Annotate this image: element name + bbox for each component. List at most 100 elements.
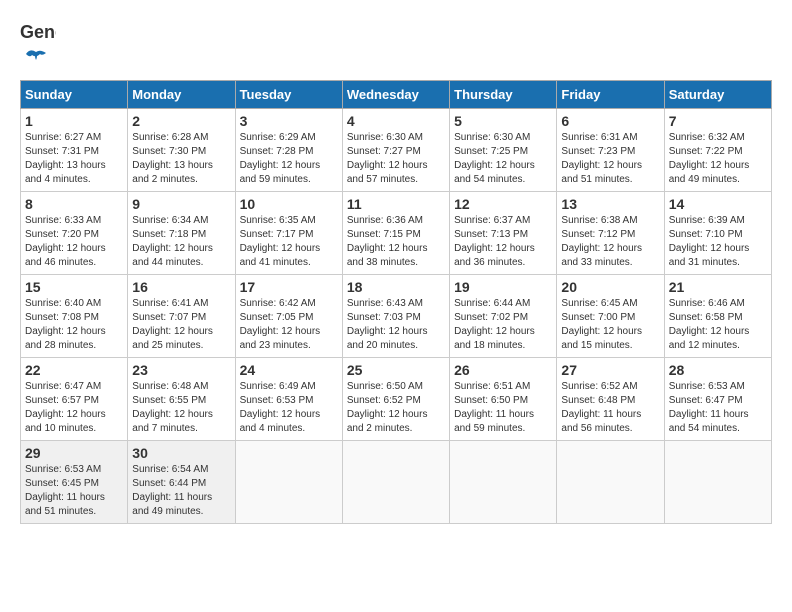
day-number: 6 xyxy=(561,113,659,129)
calendar-day-cell: 2 Sunrise: 6:28 AMSunset: 7:30 PMDaylight… xyxy=(128,109,235,192)
day-number: 30 xyxy=(132,445,230,461)
day-info: Sunrise: 6:47 AMSunset: 6:57 PMDaylight:… xyxy=(25,380,123,436)
day-info: Sunrise: 6:43 AMSunset: 7:03 PMDaylight:… xyxy=(347,297,445,353)
logo: General xyxy=(20,20,56,70)
calendar-day-cell: 24 Sunrise: 6:49 AMSunset: 6:53 PMDayligh… xyxy=(235,358,342,441)
day-number: 1 xyxy=(25,113,123,129)
calendar-week-row: 8 Sunrise: 6:33 AMSunset: 7:20 PMDaylight… xyxy=(21,192,772,275)
logo-bird-icon xyxy=(22,48,50,70)
day-info: Sunrise: 6:54 AMSunset: 6:44 PMDaylight:… xyxy=(132,463,230,519)
weekday-header-sunday: Sunday xyxy=(21,81,128,109)
day-info: Sunrise: 6:42 AMSunset: 7:05 PMDaylight:… xyxy=(240,297,338,353)
calendar-day-cell: 27Sunrise: 6:52 AMSunset: 6:48 PMDayligh… xyxy=(557,358,664,441)
day-number: 24 xyxy=(240,362,338,378)
day-number: 15 xyxy=(25,279,123,295)
day-number: 19 xyxy=(454,279,552,295)
day-number: 7 xyxy=(669,113,767,129)
calendar-day-cell: 9 Sunrise: 6:34 AMSunset: 7:18 PMDaylight… xyxy=(128,192,235,275)
calendar-day-cell xyxy=(450,441,557,524)
calendar-day-cell: 19 Sunrise: 6:44 AMSunset: 7:02 PMDayligh… xyxy=(450,275,557,358)
day-number: 26 xyxy=(454,362,552,378)
calendar-header-row: SundayMondayTuesdayWednesdayThursdayFrid… xyxy=(21,81,772,109)
calendar-day-cell: 6 Sunrise: 6:31 AMSunset: 7:23 PMDaylight… xyxy=(557,109,664,192)
day-number: 13 xyxy=(561,196,659,212)
day-info: Sunrise: 6:46 AMSunset: 6:58 PMDaylight:… xyxy=(669,297,767,353)
calendar-week-row: 22 Sunrise: 6:47 AMSunset: 6:57 PMDayligh… xyxy=(21,358,772,441)
calendar-day-cell: 17 Sunrise: 6:42 AMSunset: 7:05 PMDayligh… xyxy=(235,275,342,358)
day-number: 12 xyxy=(454,196,552,212)
calendar-day-cell: 26 Sunrise: 6:51 AMSunset: 6:50 PMDayligh… xyxy=(450,358,557,441)
day-number: 2 xyxy=(132,113,230,129)
day-info: Sunrise: 6:44 AMSunset: 7:02 PMDaylight:… xyxy=(454,297,552,353)
calendar-day-cell: 21 Sunrise: 6:46 AMSunset: 6:58 PMDayligh… xyxy=(664,275,771,358)
day-number: 23 xyxy=(132,362,230,378)
calendar-day-cell: 13 Sunrise: 6:38 AMSunset: 7:12 PMDayligh… xyxy=(557,192,664,275)
calendar-day-cell: 23 Sunrise: 6:48 AMSunset: 6:55 PMDayligh… xyxy=(128,358,235,441)
day-info: Sunrise: 6:45 AMSunset: 7:00 PMDaylight:… xyxy=(561,297,659,353)
day-info: Sunrise: 6:38 AMSunset: 7:12 PMDaylight:… xyxy=(561,214,659,270)
day-info: Sunrise: 6:28 AMSunset: 7:30 PMDaylight:… xyxy=(132,131,230,187)
day-info: Sunrise: 6:39 AMSunset: 7:10 PMDaylight:… xyxy=(669,214,767,270)
logo-icon: General xyxy=(20,20,56,48)
calendar-body: 1 Sunrise: 6:27 AMSunset: 7:31 PMDaylight… xyxy=(21,109,772,524)
calendar-day-cell: 28 Sunrise: 6:53 AMSunset: 6:47 PMDayligh… xyxy=(664,358,771,441)
day-info: Sunrise: 6:36 AMSunset: 7:15 PMDaylight:… xyxy=(347,214,445,270)
day-number: 14 xyxy=(669,196,767,212)
weekday-header-thursday: Thursday xyxy=(450,81,557,109)
calendar-day-cell: 18 Sunrise: 6:43 AMSunset: 7:03 PMDayligh… xyxy=(342,275,449,358)
day-info: Sunrise: 6:53 AMSunset: 6:47 PMDaylight:… xyxy=(669,380,767,436)
day-number: 25 xyxy=(347,362,445,378)
day-info: Sunrise: 6:37 AMSunset: 7:13 PMDaylight:… xyxy=(454,214,552,270)
calendar-day-cell: 10 Sunrise: 6:35 AMSunset: 7:17 PMDayligh… xyxy=(235,192,342,275)
day-info: Sunrise: 6:30 AMSunset: 7:27 PMDaylight:… xyxy=(347,131,445,187)
day-number: 27 xyxy=(561,362,659,378)
day-info: Sunrise: 6:27 AMSunset: 7:31 PMDaylight:… xyxy=(25,131,123,187)
day-number: 5 xyxy=(454,113,552,129)
calendar-week-row: 29 Sunrise: 6:53 AMSunset: 6:45 PMDayligh… xyxy=(21,441,772,524)
weekday-header-monday: Monday xyxy=(128,81,235,109)
day-number: 21 xyxy=(669,279,767,295)
calendar-day-cell: 25Sunrise: 6:50 AMSunset: 6:52 PMDayligh… xyxy=(342,358,449,441)
day-number: 18 xyxy=(347,279,445,295)
day-info: Sunrise: 6:48 AMSunset: 6:55 PMDaylight:… xyxy=(132,380,230,436)
calendar-day-cell xyxy=(342,441,449,524)
day-info: Sunrise: 6:33 AMSunset: 7:20 PMDaylight:… xyxy=(25,214,123,270)
calendar-day-cell: 12 Sunrise: 6:37 AMSunset: 7:13 PMDayligh… xyxy=(450,192,557,275)
calendar-day-cell xyxy=(664,441,771,524)
day-number: 9 xyxy=(132,196,230,212)
calendar-day-cell xyxy=(557,441,664,524)
calendar-week-row: 1 Sunrise: 6:27 AMSunset: 7:31 PMDaylight… xyxy=(21,109,772,192)
day-info: Sunrise: 6:49 AMSunset: 6:53 PMDaylight:… xyxy=(240,380,338,436)
calendar-day-cell: 29 Sunrise: 6:53 AMSunset: 6:45 PMDayligh… xyxy=(21,441,128,524)
day-info: Sunrise: 6:35 AMSunset: 7:17 PMDaylight:… xyxy=(240,214,338,270)
calendar-day-cell: 3Sunrise: 6:29 AMSunset: 7:28 PMDaylight… xyxy=(235,109,342,192)
day-number: 29 xyxy=(25,445,123,461)
day-number: 17 xyxy=(240,279,338,295)
page-header: General xyxy=(20,20,772,70)
calendar-day-cell: 16Sunrise: 6:41 AMSunset: 7:07 PMDayligh… xyxy=(128,275,235,358)
calendar-day-cell: 14 Sunrise: 6:39 AMSunset: 7:10 PMDayligh… xyxy=(664,192,771,275)
day-info: Sunrise: 6:40 AMSunset: 7:08 PMDaylight:… xyxy=(25,297,123,353)
calendar-table: SundayMondayTuesdayWednesdayThursdayFrid… xyxy=(20,80,772,524)
day-info: Sunrise: 6:53 AMSunset: 6:45 PMDaylight:… xyxy=(25,463,123,519)
day-info: Sunrise: 6:34 AMSunset: 7:18 PMDaylight:… xyxy=(132,214,230,270)
weekday-header-saturday: Saturday xyxy=(664,81,771,109)
day-number: 28 xyxy=(669,362,767,378)
day-info: Sunrise: 6:32 AMSunset: 7:22 PMDaylight:… xyxy=(669,131,767,187)
day-number: 4 xyxy=(347,113,445,129)
weekday-header-friday: Friday xyxy=(557,81,664,109)
day-info: Sunrise: 6:31 AMSunset: 7:23 PMDaylight:… xyxy=(561,131,659,187)
calendar-day-cell: 1 Sunrise: 6:27 AMSunset: 7:31 PMDaylight… xyxy=(21,109,128,192)
svg-text:General: General xyxy=(20,22,56,42)
weekday-header-tuesday: Tuesday xyxy=(235,81,342,109)
day-number: 8 xyxy=(25,196,123,212)
day-number: 22 xyxy=(25,362,123,378)
day-info: Sunrise: 6:41 AMSunset: 7:07 PMDaylight:… xyxy=(132,297,230,353)
weekday-header-wednesday: Wednesday xyxy=(342,81,449,109)
calendar-day-cell: 30 Sunrise: 6:54 AMSunset: 6:44 PMDayligh… xyxy=(128,441,235,524)
calendar-day-cell: 7 Sunrise: 6:32 AMSunset: 7:22 PMDaylight… xyxy=(664,109,771,192)
day-number: 20 xyxy=(561,279,659,295)
day-number: 10 xyxy=(240,196,338,212)
calendar-day-cell: 15 Sunrise: 6:40 AMSunset: 7:08 PMDayligh… xyxy=(21,275,128,358)
day-info: Sunrise: 6:51 AMSunset: 6:50 PMDaylight:… xyxy=(454,380,552,436)
